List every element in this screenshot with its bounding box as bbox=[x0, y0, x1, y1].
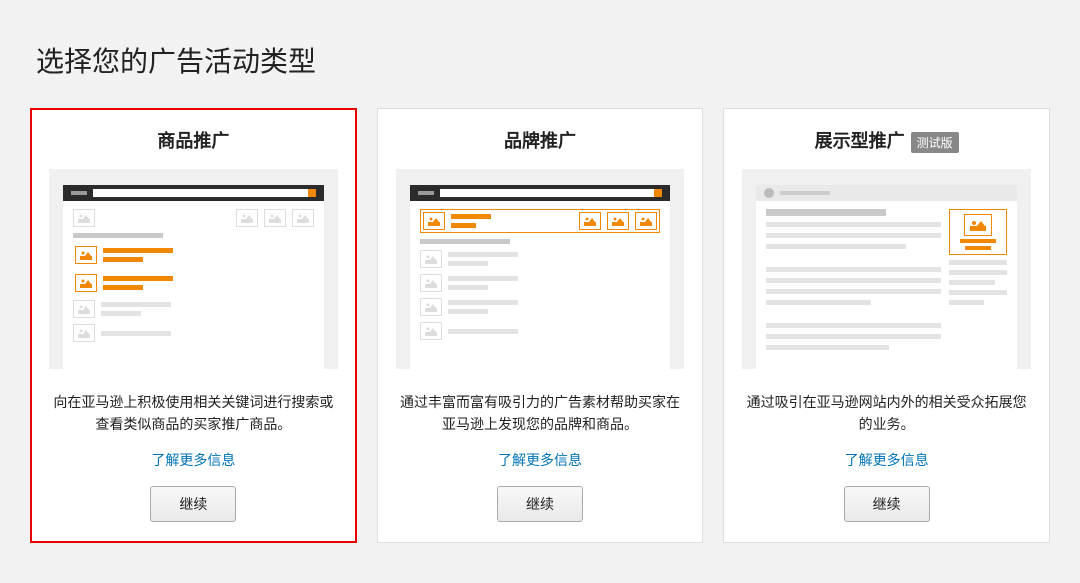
learn-more-link[interactable]: 了解更多信息 bbox=[845, 450, 929, 470]
card-title: 品牌推广 bbox=[396, 127, 685, 153]
card-sponsored-products[interactable]: 商品推广 bbox=[30, 108, 357, 543]
card-preview-image bbox=[396, 169, 685, 369]
card-preview-image bbox=[49, 169, 338, 369]
continue-button[interactable]: 继续 bbox=[844, 486, 930, 522]
card-description: 通过丰富而富有吸引力的广告素材帮助买家在亚马逊上发现您的品牌和商品。 bbox=[396, 391, 685, 436]
campaign-type-cards: 商品推广 bbox=[30, 108, 1050, 543]
learn-more-link[interactable]: 了解更多信息 bbox=[151, 450, 235, 470]
card-description: 向在亚马逊上积极使用相关关键词进行搜索或查看类似商品的买家推广商品。 bbox=[49, 391, 338, 436]
card-title: 展示型推广测试版 bbox=[742, 127, 1031, 153]
learn-more-link[interactable]: 了解更多信息 bbox=[498, 450, 582, 470]
beta-badge: 测试版 bbox=[911, 132, 959, 153]
card-preview-image bbox=[742, 169, 1031, 369]
card-title: 商品推广 bbox=[49, 127, 338, 153]
continue-button[interactable]: 继续 bbox=[150, 486, 236, 522]
page-heading: 选择您的广告活动类型 bbox=[30, 40, 1050, 80]
card-sponsored-brands[interactable]: 品牌推广 bbox=[377, 108, 704, 543]
continue-button[interactable]: 继续 bbox=[497, 486, 583, 522]
card-sponsored-display[interactable]: 展示型推广测试版 bbox=[723, 108, 1050, 543]
card-description: 通过吸引在亚马逊网站内外的相关受众拓展您的业务。 bbox=[742, 391, 1031, 436]
